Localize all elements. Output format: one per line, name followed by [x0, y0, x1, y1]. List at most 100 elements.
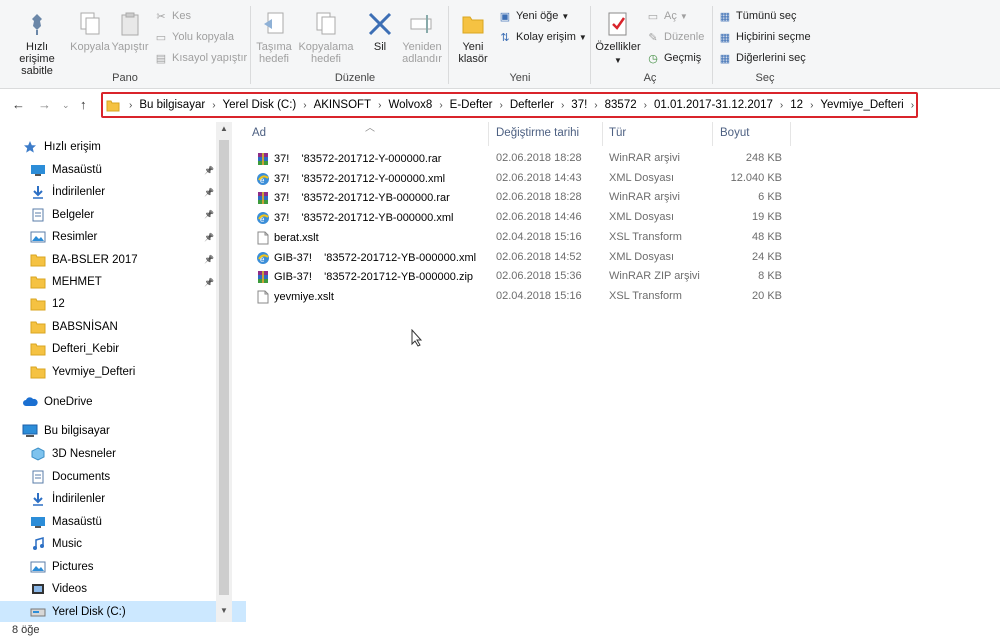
- breadcrumb-chevron-icon[interactable]: ›: [303, 100, 306, 111]
- file-name-cell: GIB-37! '83572-201712-YB-000000.zip: [256, 270, 473, 284]
- new-folder-button[interactable]: Yeni klasör: [452, 10, 494, 65]
- file-row[interactable]: e GIB-37! '83572-201712-YB-000000.xml 02.0…: [250, 249, 790, 268]
- scroll-up-icon[interactable]: ▲: [220, 124, 228, 133]
- column-header-type[interactable]: Tür: [609, 122, 626, 144]
- breadcrumb-chevron-icon[interactable]: ›: [129, 100, 132, 111]
- file-name: yevmiye.xslt: [274, 290, 334, 303]
- breadcrumb-chevron-icon[interactable]: ›: [810, 100, 813, 111]
- file-row[interactable]: 37! '83572-201712-YB-000000.rar 02.06.201…: [250, 189, 790, 208]
- nav-item-label: Yevmiye_Defteri: [52, 365, 136, 378]
- breadcrumb-chevron-icon[interactable]: ›: [780, 100, 783, 111]
- file-row[interactable]: e 37! '83572-201712-YB-000000.xml 02.06.20…: [250, 209, 790, 228]
- nav-quick-item[interactable]: Belgeler 📌: [0, 204, 214, 226]
- select-none-button[interactable]: ▦ Hiçbirini seçme: [718, 29, 811, 45]
- nav-quick-item[interactable]: Masaüstü 📌: [0, 159, 214, 181]
- breadcrumb-chevron-icon[interactable]: ›: [378, 100, 381, 111]
- pin-quick-access-button[interactable]: Hızlı erişime sabitle: [6, 10, 68, 77]
- history-icon: ◷: [648, 52, 658, 65]
- copy-path-button[interactable]: ▭ Yolu kopyala: [154, 29, 234, 45]
- column-header-name[interactable]: Ad: [252, 122, 266, 144]
- nav-quick-item[interactable]: İndirilenler 📌: [0, 181, 214, 203]
- column-divider[interactable]: [488, 122, 489, 146]
- breadcrumb-chevron-icon[interactable]: ›: [594, 100, 597, 111]
- nav-pc-item[interactable]: Masaüstü: [0, 511, 102, 533]
- copy-to-button[interactable]: Kopyalama hedefi: [298, 10, 354, 65]
- nav-quick-item[interactable]: MEHMET 📌: [0, 271, 214, 293]
- edit-button[interactable]: ✎ Düzenle: [646, 29, 704, 45]
- column-divider[interactable]: [790, 122, 791, 146]
- nav-quick-item[interactable]: BA-BSLER 2017 📌: [0, 249, 214, 271]
- open-button[interactable]: ▭ Aç ▼: [646, 8, 688, 24]
- address-bar[interactable]: › Bu bilgisayar › Yerel Disk (C:) › AKINSOFT ›…: [101, 92, 918, 118]
- breadcrumb-item[interactable]: 01.01.2017-31.12.2017: [654, 99, 773, 111]
- nav-item-label: Yerel Disk (C:): [52, 605, 126, 618]
- easy-access-button[interactable]: ⇅ Kolay erişim ▼: [498, 29, 586, 45]
- rename-button[interactable]: Yeniden adlandır: [400, 10, 444, 65]
- breadcrumb-item[interactable]: 83572: [605, 99, 637, 111]
- breadcrumb-chevron-icon[interactable]: ›: [212, 100, 215, 111]
- group-separator: [448, 6, 449, 84]
- column-divider[interactable]: [712, 122, 713, 146]
- breadcrumb-item[interactable]: AKINSOFT: [314, 99, 372, 111]
- select-all-button[interactable]: ▦ Tümünü seç: [718, 8, 797, 24]
- nav-pc-item[interactable]: 3D Nesneler: [0, 443, 116, 465]
- nav-pc-item[interactable]: Yerel Disk (C:): [0, 600, 246, 623]
- breadcrumb-chevron-icon[interactable]: ›: [911, 100, 914, 111]
- column-divider[interactable]: [602, 122, 603, 146]
- file-row[interactable]: e 37! '83572-201712-Y-000000.xml 02.06.201…: [250, 170, 790, 189]
- properties-button[interactable]: Özellikler ▼: [594, 10, 642, 67]
- breadcrumb-item[interactable]: Defterler: [510, 99, 554, 111]
- back-arrow-icon[interactable]: ←: [12, 97, 25, 112]
- breadcrumb-chevron-icon[interactable]: ›: [644, 100, 647, 111]
- paste-button[interactable]: Yapıştır: [110, 10, 150, 53]
- chevron-down-icon: ▼: [561, 11, 570, 21]
- nav-quick-item[interactable]: BABSNİSAN: [0, 316, 118, 338]
- breadcrumb-item[interactable]: Yerel Disk (C:): [223, 99, 297, 111]
- breadcrumb-item[interactable]: 12: [790, 99, 803, 111]
- file-row[interactable]: yevmiye.xslt 02.04.2018 15:16 XSL Transfor…: [250, 288, 790, 307]
- nav-pc-item[interactable]: İndirilenler: [0, 488, 105, 510]
- cut-button[interactable]: ✂ Kes: [154, 8, 191, 24]
- file-row[interactable]: GIB-37! '83572-201712-YB-000000.zip 02.06…: [250, 268, 790, 287]
- folder-icon: [30, 365, 46, 379]
- breadcrumb-item[interactable]: Bu bilgisayar: [139, 99, 205, 111]
- nav-quick-item[interactable]: Resimler 📌: [0, 226, 214, 248]
- up-arrow-icon[interactable]: ↑: [80, 97, 87, 112]
- column-header-date[interactable]: Değiştirme tarihi: [496, 122, 579, 144]
- new-item-button[interactable]: ▣ Yeni öğe ▼: [498, 8, 570, 24]
- column-header-size[interactable]: Boyut: [720, 122, 749, 144]
- breadcrumb-chevron-icon[interactable]: ›: [500, 100, 503, 111]
- nav-pc-item[interactable]: Pictures: [0, 556, 94, 578]
- move-to-button[interactable]: Taşıma hedefi: [254, 10, 294, 65]
- forward-arrow-icon[interactable]: →: [38, 97, 51, 112]
- nav-quick-access[interactable]: Hızlı erişim: [0, 136, 101, 158]
- delete-button[interactable]: Sil: [360, 10, 400, 53]
- nav-pc-item[interactable]: Videos: [0, 578, 87, 600]
- scroll-down-icon[interactable]: ▼: [220, 606, 228, 615]
- file-row[interactable]: 37! '83572-201712-Y-000000.rar 02.06.2018…: [250, 150, 790, 169]
- breadcrumb-chevron-icon[interactable]: ›: [561, 100, 564, 111]
- copy-button[interactable]: Kopyala: [70, 10, 110, 53]
- nav-pc-item[interactable]: Documents: [0, 466, 110, 488]
- group-label-ac: Aç: [643, 72, 657, 84]
- breadcrumb-item[interactable]: Wolvox8: [388, 99, 432, 111]
- navigation-bar: ← → ⌄ ↑ › Bu bilgisayar › Yerel Disk (C:) › A…: [0, 89, 1000, 121]
- nav-onedrive[interactable]: OneDrive: [0, 391, 93, 413]
- history-button[interactable]: ◷ Geçmiş: [646, 50, 701, 66]
- nav-quick-item[interactable]: Yevmiye_Defteri: [0, 361, 135, 383]
- recent-chevron-icon[interactable]: ⌄: [62, 100, 70, 111]
- breadcrumb-item[interactable]: E-Defter: [450, 99, 493, 111]
- scrollbar-thumb[interactable]: [219, 140, 229, 595]
- invert-selection-button[interactable]: ▦ Diğerlerini seç: [718, 50, 806, 66]
- nav-this-pc[interactable]: Bu bilgisayar: [0, 420, 110, 442]
- nav-quick-item[interactable]: Defteri_Kebir: [0, 338, 119, 360]
- breadcrumb-item[interactable]: 37!: [571, 99, 587, 111]
- nav-pc-item[interactable]: Music: [0, 533, 82, 555]
- group-label-pano: Pano: [112, 72, 138, 84]
- nav-quick-item[interactable]: 12: [0, 293, 65, 315]
- paste-shortcut-button[interactable]: ▤ Kısayol yapıştır: [154, 50, 247, 66]
- ribbon: Hızlı erişime sabitle Kopyala Yapıştır ✂…: [0, 0, 1000, 89]
- file-row[interactable]: berat.xslt 02.04.2018 15:16 XSL Transform 4…: [250, 229, 790, 248]
- breadcrumb-chevron-icon[interactable]: ›: [439, 100, 442, 111]
- breadcrumb-item[interactable]: Yevmiye_Defteri: [820, 99, 903, 111]
